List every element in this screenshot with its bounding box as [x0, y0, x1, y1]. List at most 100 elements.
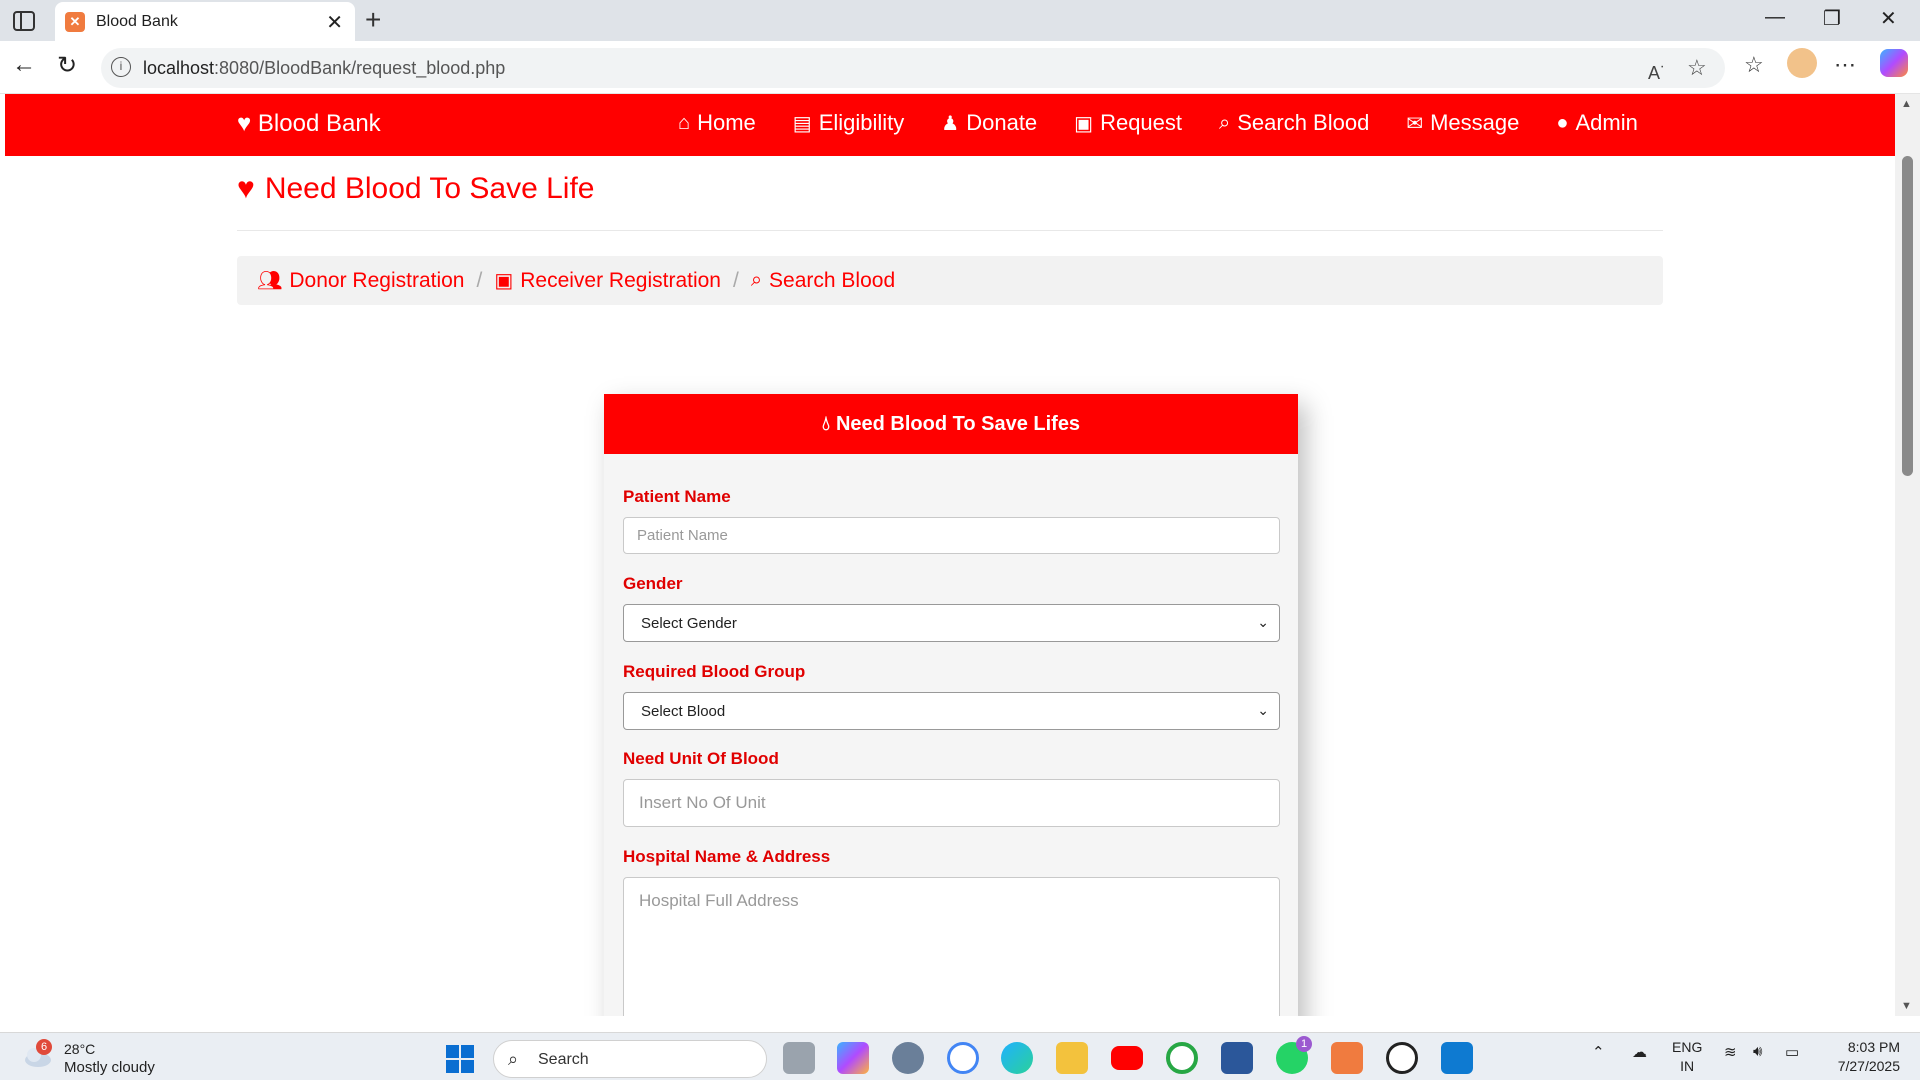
breadcrumb-donor-registration[interactable]: 👥︎ Donor Registration: [257, 268, 464, 293]
favorite-star-icon[interactable]: ☆: [1687, 55, 1707, 81]
site-navbar: ♥ Blood Bank ⌂ Home ▤ Eligibility ♟ Donate …: [5, 94, 1895, 156]
menu-request[interactable]: ▣ Request: [1074, 110, 1182, 136]
restore-icon[interactable]: ❐: [1823, 6, 1841, 31]
search-icon: ⌕: [1219, 111, 1231, 134]
chevron-up-icon[interactable]: ⌃: [1592, 1043, 1605, 1061]
browser-tab-bar: ✕ Blood Bank ✕ + — ❐ ✕: [0, 0, 1920, 42]
chrome-google-icon[interactable]: [947, 1042, 979, 1074]
close-window-icon[interactable]: ✕: [1880, 6, 1897, 31]
menu-eligibility[interactable]: ▤ Eligibility: [793, 110, 905, 136]
menu-donate[interactable]: ♟ Donate: [941, 110, 1037, 136]
temperature: 28°C: [64, 1041, 96, 1057]
brand-link[interactable]: ♥ Blood Bank: [237, 110, 381, 138]
scroll-thumb[interactable]: [1902, 156, 1913, 476]
breadcrumb: 👥︎ Donor Registration / ▣ Receiver Registr…: [237, 256, 1663, 305]
settings-icon[interactable]: [892, 1042, 924, 1074]
taskbar-search-label: Search: [538, 1051, 589, 1068]
back-icon[interactable]: ←: [12, 51, 36, 79]
vscode-icon[interactable]: [1441, 1042, 1473, 1074]
users-icon: 👥︎: [257, 270, 283, 292]
file-explorer-icon[interactable]: [1056, 1042, 1088, 1074]
info-icon[interactable]: i: [111, 57, 131, 77]
units-input[interactable]: Insert No Of Unit: [623, 779, 1280, 827]
blood-group-label: Required Blood Group: [623, 662, 806, 681]
close-tab-icon[interactable]: ✕: [326, 10, 343, 35]
volume-icon[interactable]: 🔊︎: [1753, 1043, 1762, 1060]
language-indicator[interactable]: ENG IN: [1672, 1038, 1702, 1076]
taskbar-search[interactable]: ⌕ Search: [493, 1040, 767, 1078]
patient-name-label: Patient Name: [623, 487, 731, 506]
menu-label: Donate: [966, 110, 1038, 135]
region-code: IN: [1680, 1058, 1695, 1074]
breadcrumb-search-blood[interactable]: ⌕ Search Blood: [751, 269, 895, 293]
new-tab-icon[interactable]: +: [365, 4, 381, 36]
favorites-icon[interactable]: ☆: [1744, 52, 1764, 78]
form-title: Need Blood To Save Lifes: [835, 412, 1081, 435]
menu-label: Home: [697, 110, 756, 135]
copilot-icon[interactable]: [1880, 49, 1908, 77]
wifi-icon[interactable]: ≋: [1724, 1043, 1737, 1061]
tab-title: Blood Bank: [96, 13, 178, 30]
menu-home[interactable]: ⌂ Home: [678, 110, 756, 136]
edge-icon[interactable]: [1001, 1042, 1033, 1074]
menu-label: Search Blood: [1237, 110, 1370, 135]
profile-avatar[interactable]: [1787, 48, 1817, 78]
menu-admin[interactable]: ● Admin: [1556, 110, 1637, 136]
main-menu: ⌂ Home ▤ Eligibility ♟ Donate ▣ Request ⌕ Sea…: [678, 110, 1675, 136]
gender-selected-value: Select Gender: [641, 614, 737, 632]
scroll-up-icon[interactable]: ▲: [1901, 98, 1912, 110]
menu-label: Admin: [1575, 110, 1638, 135]
page-scrollbar[interactable]: ▲ ▼: [1895, 94, 1920, 1016]
breadcrumb-label: Search Blood: [769, 268, 896, 292]
user-icon: ●: [1556, 111, 1569, 134]
minimize-icon[interactable]: —: [1765, 6, 1785, 29]
clock-date: 7/27/2025: [1837, 1058, 1900, 1074]
refresh-app-icon[interactable]: [1166, 1042, 1198, 1074]
breadcrumb-label: Donor Registration: [289, 268, 465, 292]
search-icon: ⌕: [750, 269, 763, 291]
chatgpt-icon[interactable]: [1386, 1042, 1418, 1074]
menu-search-blood[interactable]: ⌕ Search Blood: [1219, 110, 1369, 136]
heart-icon: ♥: [237, 172, 255, 205]
page-heading: ♥ Need Blood To Save Life: [237, 172, 595, 206]
battery-icon[interactable]: ▭: [1785, 1043, 1799, 1061]
browser-tab[interactable]: ✕ Blood Bank ✕: [55, 2, 355, 42]
url-bar[interactable]: i localhost:8080/BloodBank/request_blood…: [101, 48, 1725, 88]
onedrive-cloud-icon[interactable]: ☁: [1632, 1043, 1647, 1061]
more-icon[interactable]: ⋯: [1834, 52, 1856, 78]
gender-select[interactable]: Select Gender ⌄: [623, 604, 1280, 642]
breadcrumb-receiver-registration[interactable]: ▣ Receiver Registration: [494, 268, 721, 293]
blood-group-select[interactable]: Select Blood ⌄: [623, 692, 1280, 730]
clock[interactable]: 8:03 PM 7/27/2025: [1820, 1038, 1900, 1076]
blood-selected-value: Select Blood: [641, 702, 726, 720]
form-header: 💧︎ Need Blood To Save Lifes: [604, 394, 1298, 454]
address-toolbar: ← ↻ i localhost:8080/BloodBank/request_b…: [0, 41, 1920, 94]
language-code: ENG: [1672, 1039, 1703, 1055]
read-aloud-icon[interactable]: Aᐧ: [1648, 58, 1664, 84]
patient-name-input[interactable]: Patient Name: [623, 517, 1280, 554]
chevron-down-icon: ⌄: [1257, 614, 1269, 630]
heartbeat-icon: ♥: [237, 110, 252, 137]
breadcrumb-separator: /: [733, 268, 739, 292]
divider: [237, 230, 1663, 231]
donate-icon: ♟: [941, 112, 960, 135]
home-icon: ⌂: [678, 111, 691, 134]
task-view-icon[interactable]: [783, 1042, 815, 1074]
word-icon[interactable]: [1221, 1042, 1253, 1074]
weather-condition: Mostly cloudy: [64, 1059, 155, 1076]
breadcrumb-label: Receiver Registration: [520, 268, 721, 292]
menu-message[interactable]: ✉ Message: [1406, 110, 1519, 136]
xampp-favicon-icon: ✕: [65, 12, 85, 32]
scroll-down-icon[interactable]: ▼: [1901, 1000, 1912, 1012]
copilot-app-icon[interactable]: [837, 1042, 869, 1074]
breadcrumb-separator: /: [476, 268, 483, 292]
xampp-icon[interactable]: [1331, 1042, 1363, 1074]
page-title: Need Blood To Save Life: [264, 172, 595, 205]
whatsapp-badge: 1: [1296, 1036, 1312, 1052]
youtube-icon[interactable]: [1111, 1046, 1143, 1070]
windows-start-icon[interactable]: [446, 1045, 474, 1073]
gender-label: Gender: [623, 574, 683, 593]
sidebar-toggle-icon[interactable]: [12, 10, 36, 32]
hospital-address-textarea[interactable]: Hospital Full Address: [623, 877, 1280, 1016]
refresh-icon[interactable]: ↻: [57, 51, 77, 80]
